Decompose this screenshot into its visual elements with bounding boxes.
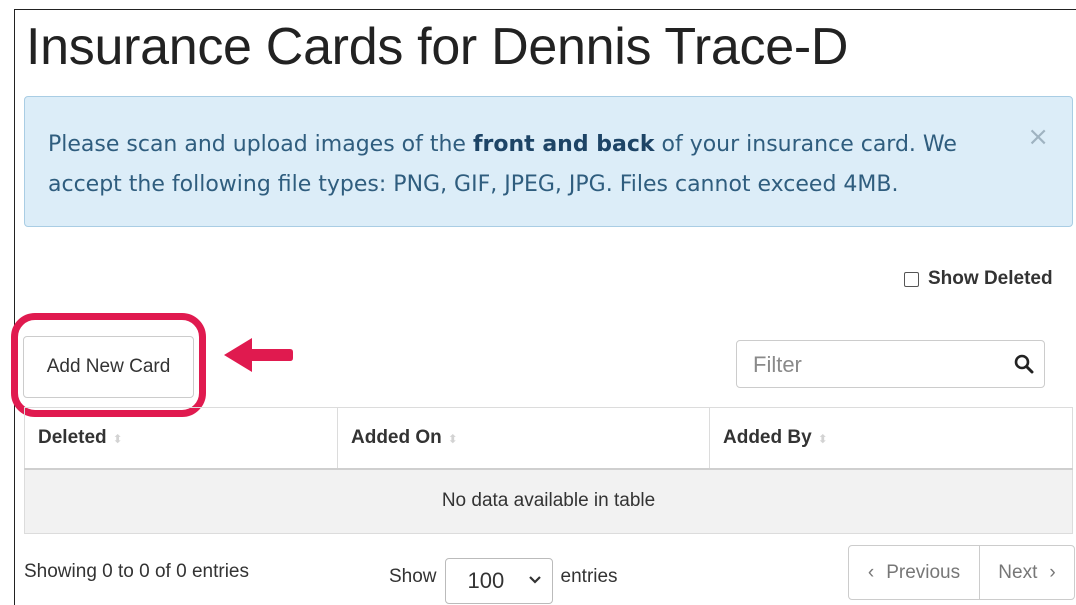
column-header-deleted[interactable]: Deleted ⬍: [24, 407, 338, 470]
sort-icon: ⬍: [447, 431, 458, 446]
filter-input[interactable]: [751, 349, 995, 381]
previous-button[interactable]: ‹ Previous: [849, 546, 980, 599]
show-label: Show: [389, 566, 437, 587]
show-deleted-toggle[interactable]: Show Deleted: [904, 268, 1053, 290]
page-length-value: 100: [467, 568, 505, 593]
column-header-added-on[interactable]: Added On ⬍: [337, 407, 710, 470]
page-length-control: Show 100 entries: [389, 554, 618, 604]
chevron-right-icon: ›: [1049, 561, 1056, 583]
column-header-label: Added By: [723, 426, 812, 448]
chevron-down-icon: [528, 576, 541, 584]
column-header-label: Added On: [351, 426, 442, 448]
entries-label: entries: [560, 566, 618, 587]
info-alert: Please scan and upload images of the fro…: [24, 96, 1073, 227]
sort-icon: ⬍: [817, 431, 828, 446]
next-label: Next: [998, 561, 1038, 583]
close-icon[interactable]: ×: [1027, 124, 1049, 150]
show-deleted-label: Show Deleted: [928, 268, 1053, 289]
arrow-left-icon: [224, 338, 293, 372]
column-header-added-by[interactable]: Added By ⬍: [709, 407, 1073, 470]
pagination: ‹ Previous Next ›: [848, 545, 1075, 600]
highlight-ring: [11, 313, 206, 417]
insurance-cards-table: Deleted ⬍ Added On ⬍ Added By ⬍ No data ava…: [24, 407, 1073, 534]
previous-label: Previous: [886, 561, 961, 583]
alert-text-bold: front and back: [472, 132, 655, 157]
search-icon[interactable]: [1014, 354, 1034, 374]
sort-icon: ⬍: [112, 431, 123, 446]
table-info: Showing 0 to 0 of 0 entries: [24, 561, 249, 582]
page-title: Insurance Cards for Dennis Trace-D: [26, 18, 849, 76]
alert-message: Please scan and upload images of the fro…: [48, 125, 1008, 205]
filter-box: [736, 340, 1045, 388]
empty-table-message: No data available in table: [24, 468, 1073, 534]
next-button[interactable]: Next ›: [980, 546, 1074, 599]
show-deleted-checkbox[interactable]: [904, 271, 919, 287]
page-length-select[interactable]: 100: [444, 558, 553, 604]
alert-text-before: Please scan and upload images of the: [48, 132, 473, 157]
table-row: No data available in table: [24, 468, 1073, 534]
chevron-left-icon: ‹: [867, 561, 875, 583]
column-header-label: Deleted: [38, 426, 107, 448]
